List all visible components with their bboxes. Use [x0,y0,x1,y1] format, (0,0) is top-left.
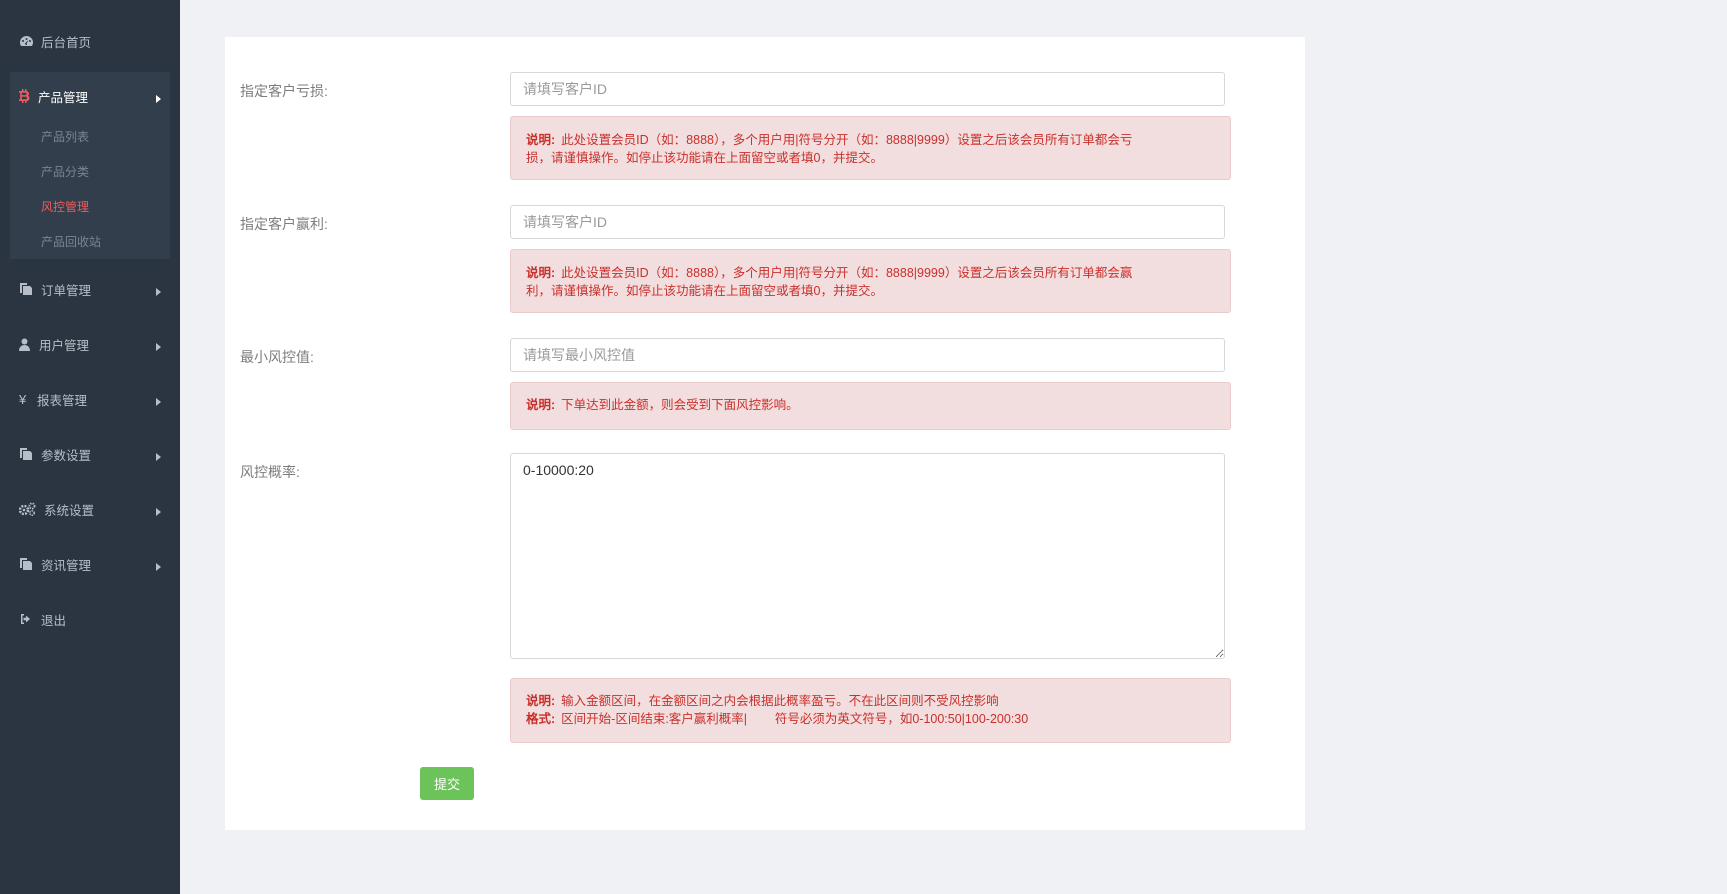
submenu-item-risk-control[interactable]: 风控管理 [41,198,89,215]
note-text-continued: 损，请谨慎操作。如停止该功能请在上面留空或者填0，并提交。 [526,151,883,165]
loss-customer-label: 指定客户亏损: [240,83,328,99]
copy-icon [19,557,41,571]
sidebar-item-news[interactable]: 资讯管理 [0,552,180,576]
user-icon [19,338,39,351]
note-text: 输入金额区间，在金额区间之内会根据此概率盈亏。不在此区间则不受风控影响 [561,694,999,708]
note-title: 说明: [526,398,556,412]
caret-right-icon [156,285,161,299]
caret-right-icon [156,450,161,464]
sidebar-item-reports[interactable]: ¥ 报表管理 [0,387,180,411]
sidebar-item-label: 产品管理 [38,90,89,105]
caret-right-icon [156,505,161,519]
sidebar-item-label: 资讯管理 [41,558,92,573]
caret-right-icon [156,560,161,574]
note-title: 说明: [526,266,556,280]
sidebar-item-dashboard[interactable]: 后台首页 [0,29,180,53]
caret-right-icon [156,92,161,106]
note-text: 此处设置会员ID（如：8888），多个用户用|符号分开（如：8888|9999）… [561,266,1133,280]
sign-out-icon [19,613,41,625]
submenu-item-product-recycle[interactable]: 产品回收站 [41,233,101,250]
sidebar-item-orders[interactable]: 订单管理 [0,277,180,301]
sidebar-item-system[interactable]: 系统设置 [0,497,180,521]
win-customer-label: 指定客户赢利: [240,216,328,232]
sidebar-item-label: 后台首页 [41,35,92,50]
win-customer-input[interactable] [510,205,1225,239]
sidebar-item-products[interactable]: 产品管理 [0,84,180,108]
sidebar-item-label: 用户管理 [39,338,90,353]
note-title: 说明: [526,133,556,147]
caret-right-icon [156,340,161,354]
note-text-continued: 利，请谨慎操作。如停止该功能请在上面留空或者填0，并提交。 [526,284,883,298]
risk-probability-label: 风控概率: [240,464,300,480]
sidebar: 后台首页 产品管理 产品列表 产品分类 风控管理 产品回收站 订单管理 用户管理… [0,0,180,894]
format-text: 区间开始-区间结束:客户赢利概率| 符号必须为英文符号，如0-100:50|10… [561,712,1029,726]
sidebar-item-label: 报表管理 [37,393,88,408]
gears-icon [19,502,44,516]
sidebar-item-logout[interactable]: 退出 [0,607,180,631]
copy-icon [19,447,41,461]
dashboard-icon [19,35,41,47]
risk-probability-textarea[interactable]: 0-10000:20 [510,453,1225,659]
loss-customer-input[interactable] [510,72,1225,106]
copy-icon [19,282,41,296]
submenu-item-product-category[interactable]: 产品分类 [41,163,89,180]
loss-note-alert: 说明: 此处设置会员ID（如：8888），多个用户用|符号分开（如：8888|99… [510,116,1231,180]
note-text: 下单达到此金额，则会受到下面风控影响。 [561,398,799,412]
sidebar-item-label: 系统设置 [44,503,95,518]
caret-right-icon [156,395,161,409]
sidebar-item-label: 订单管理 [41,283,92,298]
min-risk-input[interactable] [510,338,1225,372]
sidebar-item-parameters[interactable]: 参数设置 [0,442,180,466]
bitcoin-icon [19,89,38,103]
sidebar-item-label: 退出 [41,613,67,628]
probability-note-alert: 说明: 输入金额区间，在金额区间之内会根据此概率盈亏。不在此区间则不受风控影响 格… [510,678,1231,743]
min-risk-label: 最小风控值: [240,349,314,365]
min-risk-note-alert: 说明: 下单达到此金额，则会受到下面风控影响。 [510,382,1231,430]
submit-button[interactable]: 提交 [420,767,474,800]
submenu-item-product-list[interactable]: 产品列表 [41,128,89,145]
format-title: 格式: [526,712,556,726]
note-text: 此处设置会员ID（如：8888），多个用户用|符号分开（如：8888|9999）… [561,133,1133,147]
win-note-alert: 说明: 此处设置会员ID（如：8888），多个用户用|符号分开（如：8888|99… [510,249,1231,313]
yen-icon: ¥ [19,391,27,407]
sidebar-item-label: 参数设置 [41,448,92,463]
note-title: 说明: [526,694,556,708]
sidebar-item-users[interactable]: 用户管理 [0,332,180,356]
